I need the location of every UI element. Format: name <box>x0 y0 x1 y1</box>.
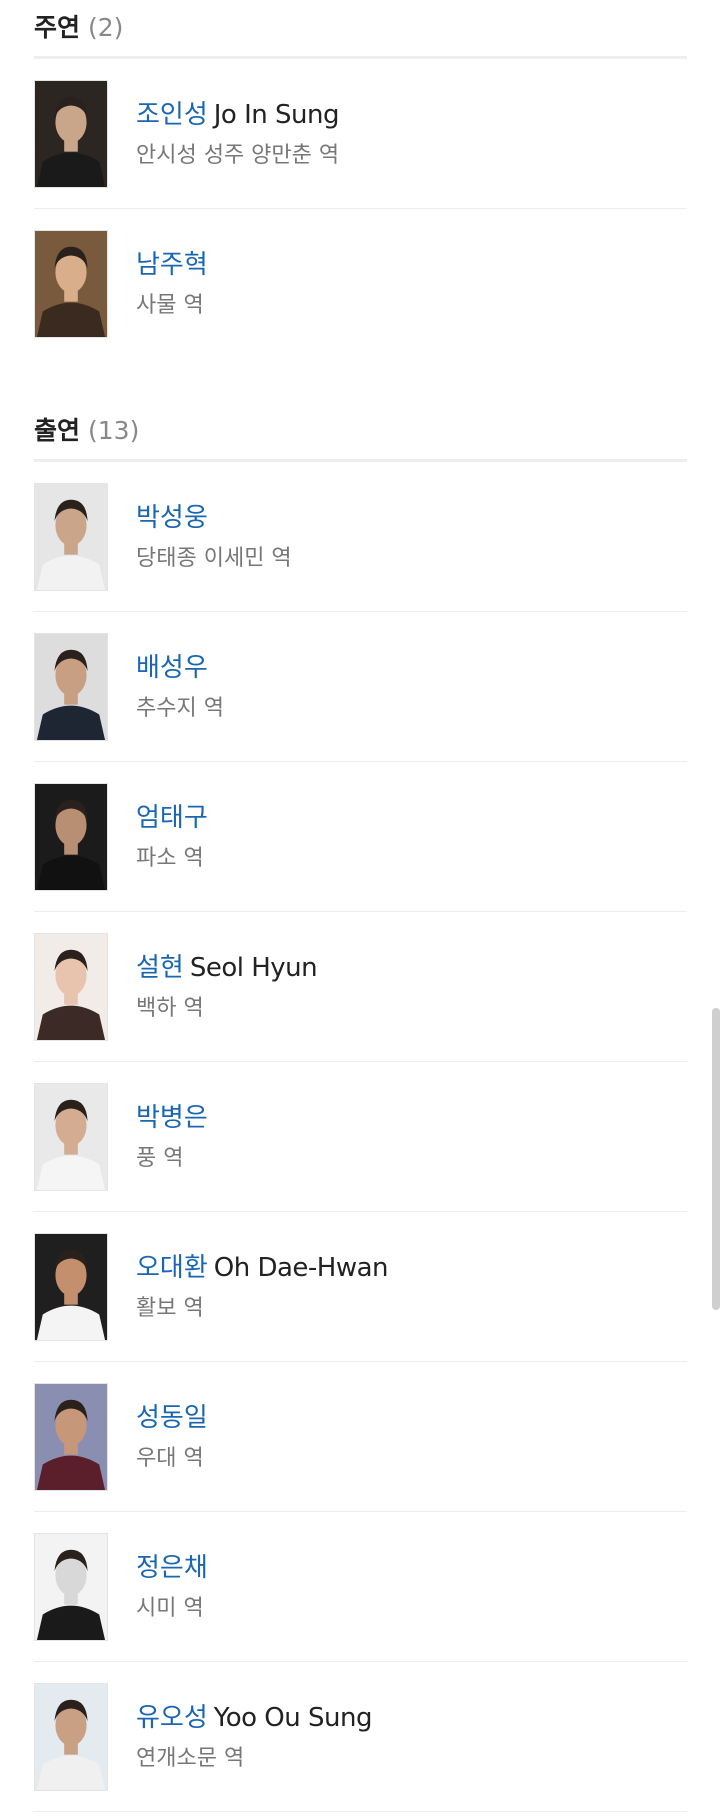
avatar[interactable] <box>34 1532 108 1641</box>
lead-cast-section: 주연 (2) 조인성 Jo In Sung 안시성 성주 양만춘 역 남주혁사물 역 <box>34 8 687 358</box>
cast-info: 오대환 Oh Dae-Hwan 활보 역 <box>136 1251 389 1323</box>
portrait-photo <box>35 1383 107 1490</box>
avatar[interactable] <box>34 1082 108 1191</box>
actor-name-english: Yoo Ou Sung <box>213 1702 373 1733</box>
avatar[interactable] <box>34 1232 108 1341</box>
role-name: 사물 역 <box>136 292 204 318</box>
role-name: 풍 역 <box>136 1145 184 1171</box>
actor-name-link[interactable]: 배성우 <box>136 651 208 685</box>
role-name: 백하 역 <box>136 995 204 1021</box>
cast-name: 조인성 Jo In Sung <box>136 98 339 132</box>
role-name: 파소 역 <box>136 845 204 871</box>
cast-name: 설현 Seol Hyun <box>136 951 318 985</box>
avatar[interactable] <box>34 79 108 188</box>
cast-list: 조인성 Jo In Sung 안시성 성주 양만춘 역 남주혁사물 역 <box>34 59 687 358</box>
actor-name-link[interactable]: 오대환 <box>136 1251 208 1285</box>
supporting-cast-section: 출연 (13) 박성웅당태종 이세민 역 배성우추수지 역 엄태구파소 역 설현… <box>34 411 687 1812</box>
cast-info: 설현 Seol Hyun 백하 역 <box>136 951 318 1023</box>
avatar[interactable] <box>34 632 108 741</box>
cast-info: 배성우추수지 역 <box>136 651 224 723</box>
section-header: 주연 (2) <box>34 8 687 59</box>
cast-name: 박성웅 <box>136 501 292 535</box>
cast-info: 박성웅당태종 이세민 역 <box>136 501 292 573</box>
portrait-photo <box>35 230 107 337</box>
cast-info: 엄태구파소 역 <box>136 801 208 873</box>
role-name: 안시성 성주 양만춘 역 <box>136 142 340 168</box>
portrait-photo <box>35 483 107 590</box>
cast-info: 박병은풍 역 <box>136 1101 208 1173</box>
portrait-photo <box>35 1233 107 1340</box>
actor-name-english: Jo In Sung <box>213 99 340 130</box>
portrait-photo <box>35 1083 107 1190</box>
actor-name-link[interactable]: 엄태구 <box>136 801 208 835</box>
cast-item[interactable]: 박성웅당태종 이세민 역 <box>34 462 687 612</box>
actor-name-link[interactable]: 정은채 <box>136 1551 208 1585</box>
section-header: 출연 (13) <box>34 411 687 462</box>
cast-name: 오대환 Oh Dae-Hwan <box>136 1251 389 1285</box>
cast-item[interactable]: 배성우추수지 역 <box>34 612 687 762</box>
cast-name: 정은채 <box>136 1551 208 1585</box>
role-name: 활보 역 <box>136 1295 204 1321</box>
cast-item[interactable]: 유오성 Yoo Ou Sung 연개소문 역 <box>34 1662 687 1812</box>
actor-name-link[interactable]: 박성웅 <box>136 501 208 535</box>
cast-name: 엄태구 <box>136 801 208 835</box>
cast-name: 박병은 <box>136 1101 208 1135</box>
cast-info: 조인성 Jo In Sung 안시성 성주 양만춘 역 <box>136 98 339 170</box>
avatar[interactable] <box>34 782 108 891</box>
actor-name-link[interactable]: 성동일 <box>136 1401 208 1435</box>
avatar[interactable] <box>34 229 108 338</box>
role-name: 연개소문 역 <box>136 1745 245 1771</box>
cast-item[interactable]: 박병은풍 역 <box>34 1062 687 1212</box>
cast-info: 남주혁사물 역 <box>136 248 208 320</box>
actor-name-english: Oh Dae-Hwan <box>213 1252 389 1283</box>
section-count: (13) <box>88 416 140 445</box>
cast-list: 박성웅당태종 이세민 역 배성우추수지 역 엄태구파소 역 설현 Seol Hyu… <box>34 462 687 1812</box>
portrait-photo <box>35 1683 107 1790</box>
role-name: 우대 역 <box>136 1445 204 1471</box>
cast-item[interactable]: 오대환 Oh Dae-Hwan 활보 역 <box>34 1212 687 1362</box>
section-title: 주연 <box>34 13 81 42</box>
avatar[interactable] <box>34 932 108 1041</box>
portrait-photo <box>35 80 107 187</box>
cast-page: 주연 (2) 조인성 Jo In Sung 안시성 성주 양만춘 역 남주혁사물 역… <box>34 0 687 1812</box>
cast-item[interactable]: 정은채시미 역 <box>34 1512 687 1662</box>
portrait-photo <box>35 633 107 740</box>
cast-info: 성동일우대 역 <box>136 1401 208 1473</box>
actor-name-link[interactable]: 설현 <box>136 951 184 985</box>
role-name: 당태종 이세민 역 <box>136 545 292 571</box>
avatar[interactable] <box>34 482 108 591</box>
actor-name-english: Seol Hyun <box>189 952 318 983</box>
scrollbar[interactable] <box>712 1008 720 1310</box>
cast-name: 배성우 <box>136 651 224 685</box>
portrait-photo <box>35 783 107 890</box>
actor-name-link[interactable]: 유오성 <box>136 1701 208 1735</box>
avatar[interactable] <box>34 1682 108 1791</box>
role-name: 시미 역 <box>136 1595 204 1621</box>
cast-item[interactable]: 성동일우대 역 <box>34 1362 687 1512</box>
actor-name-link[interactable]: 남주혁 <box>136 248 208 282</box>
cast-item[interactable]: 설현 Seol Hyun 백하 역 <box>34 912 687 1062</box>
actor-name-link[interactable]: 조인성 <box>136 98 208 132</box>
cast-info: 유오성 Yoo Ou Sung 연개소문 역 <box>136 1701 372 1773</box>
cast-name: 남주혁 <box>136 248 208 282</box>
cast-item[interactable]: 엄태구파소 역 <box>34 762 687 912</box>
cast-name: 유오성 Yoo Ou Sung <box>136 1701 372 1735</box>
cast-info: 정은채시미 역 <box>136 1551 208 1623</box>
section-title: 출연 <box>34 416 81 445</box>
cast-item[interactable]: 조인성 Jo In Sung 안시성 성주 양만춘 역 <box>34 59 687 209</box>
cast-name: 성동일 <box>136 1401 208 1435</box>
actor-name-link[interactable]: 박병은 <box>136 1101 208 1135</box>
portrait-photo <box>35 933 107 1040</box>
avatar[interactable] <box>34 1382 108 1491</box>
role-name: 추수지 역 <box>136 695 224 721</box>
section-count: (2) <box>88 13 124 42</box>
portrait-photo <box>35 1533 107 1640</box>
cast-item[interactable]: 남주혁사물 역 <box>34 209 687 358</box>
